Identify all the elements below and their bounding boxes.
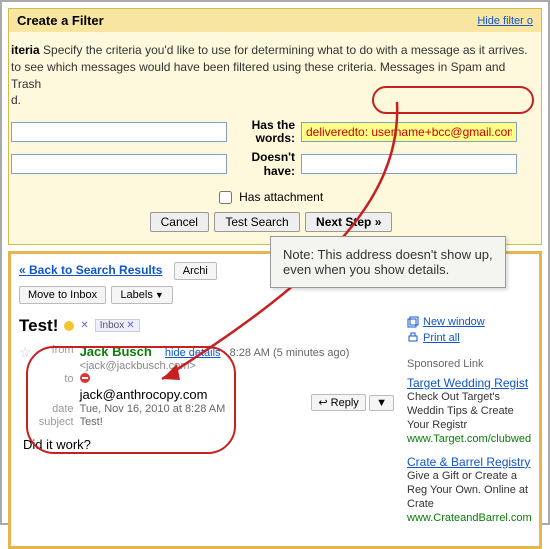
sponsored-label: Sponsored Link — [407, 358, 531, 370]
message-subject: Test! — [19, 316, 58, 336]
toolbar-row2: Move to Inbox Labels▼ — [19, 286, 531, 304]
hide-filter-link[interactable]: Hide filter o — [477, 15, 533, 27]
date-value: Tue, Nov 16, 2010 at 8:28 AM — [80, 403, 226, 415]
annotation-callout: Note: This address doesn't show up, even… — [270, 236, 506, 288]
has-attachment-label: Has attachment — [239, 190, 323, 204]
labels-button[interactable]: Labels▼ — [111, 286, 172, 304]
hide-details-link[interactable]: hide details — [165, 347, 221, 359]
filter-panel: Create a Filter Hide filter o iteria Spe… — [8, 8, 542, 245]
has-attachment-checkbox[interactable] — [219, 191, 232, 204]
next-step-button[interactable]: Next Step » — [305, 212, 392, 232]
subject-label: subject — [38, 416, 80, 428]
message-column: Test! ✕ Inbox✕ ☆ from Jack Busch hide de… — [19, 316, 401, 534]
test-search-button[interactable]: Test Search — [214, 212, 299, 232]
stop-icon — [80, 373, 90, 383]
to-label: to — [38, 373, 80, 386]
filter-title: Create a Filter — [17, 13, 104, 28]
to-value: jack@anthrocopy.com — [80, 387, 208, 402]
ad2-url: www.CrateandBarrel.com — [407, 512, 531, 524]
filter-header: Create a Filter Hide filter o — [9, 9, 541, 32]
has-words-label: Has thewords: — [227, 119, 301, 145]
archive-button[interactable]: Archi — [174, 262, 217, 280]
sidebar-column: New window Print all Sponsored Link Targ… — [401, 316, 531, 534]
doesnt-have-label: Doesn't have: — [227, 150, 301, 178]
ad1-text: Check Out Target's Weddin Tips & Create … — [407, 390, 531, 433]
ad-2: Crate & Barrel Registry Give a Gift or C… — [407, 455, 531, 524]
criteria-line3: d. — [11, 93, 21, 107]
new-window-icon — [407, 316, 419, 328]
from-name: Jack Busch — [80, 344, 152, 359]
criteria-bold: iteria — [11, 43, 40, 57]
ad2-title[interactable]: Crate & Barrel Registry — [407, 455, 531, 469]
message-body: Did it work? — [19, 433, 393, 452]
tag-remove-icon[interactable]: ✕ — [126, 320, 134, 331]
move-to-inbox-button[interactable]: Move to Inbox — [19, 286, 106, 304]
print-icon — [407, 332, 419, 344]
chevron-down-icon: ▼ — [155, 290, 164, 300]
to-input[interactable] — [11, 154, 227, 174]
importance-marker-icon[interactable] — [64, 321, 74, 331]
from-label: from — [38, 344, 80, 359]
from-email: <jack@jackbusch.com> — [80, 360, 196, 372]
ad2-text: Give a Gift or Create a Reg Your Own. On… — [407, 469, 531, 512]
from-input[interactable] — [11, 122, 227, 142]
ad-1: Target Wedding Regist Check Out Target's… — [407, 376, 531, 445]
has-words-input[interactable] — [301, 122, 517, 142]
cancel-button[interactable]: Cancel — [150, 212, 209, 232]
reply-button[interactable]: ↩ Reply — [311, 394, 365, 411]
print-all-link[interactable]: Print all — [407, 332, 531, 344]
criteria-description: iteria Specify the criteria you'd like t… — [9, 40, 533, 119]
criteria-line1: Specify the criteria you'd like to use f… — [40, 43, 528, 57]
new-window-link[interactable]: New window — [407, 316, 531, 328]
message-details: from Jack Busch hide details 8:28 AM (5 … — [38, 344, 350, 429]
tag-remove-1[interactable]: ✕ — [80, 320, 88, 331]
back-to-results-link[interactable]: « Back to Search Results — [19, 263, 162, 277]
star-icon[interactable]: ☆ — [19, 344, 32, 361]
inbox-panel: « Back to Search Results Archi Move to I… — [8, 251, 542, 549]
criteria-line2: to see which messages would have been fi… — [11, 60, 505, 91]
ad1-url: www.Target.com/clubwed — [407, 433, 531, 445]
date-label: date — [38, 403, 80, 415]
filter-body: iteria Specify the criteria you'd like t… — [9, 32, 541, 244]
inbox-tag[interactable]: Inbox✕ — [95, 319, 140, 332]
doesnt-have-input[interactable] — [301, 154, 517, 174]
reply-dropdown[interactable]: ▼ — [369, 395, 394, 411]
ad1-title[interactable]: Target Wedding Regist — [407, 376, 531, 390]
subject-value: Test! — [80, 416, 103, 428]
message-time: 8:28 AM (5 minutes ago) — [230, 347, 350, 359]
